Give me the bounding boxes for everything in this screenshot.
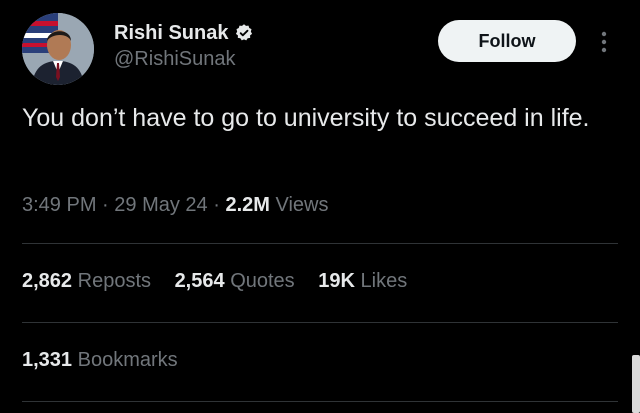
scrollbar-thumb[interactable]	[632, 355, 640, 413]
divider	[22, 401, 618, 402]
quotes-label: Quotes	[230, 270, 295, 292]
verified-badge-icon[interactable]	[234, 23, 254, 43]
engagement-stats: 2,862 Reposts 2,564 Quotes 19K Likes	[22, 270, 425, 293]
meta-separator: ·	[213, 194, 220, 216]
tweet-text: You don’t have to go to university to su…	[22, 104, 590, 132]
tweet-date[interactable]: 29 May 24	[114, 194, 207, 216]
avatar[interactable]	[22, 13, 94, 85]
views-label: Views	[275, 194, 329, 216]
follow-button[interactable]: Follow	[438, 20, 576, 62]
reposts-count: 2,862	[22, 270, 73, 292]
bookmarks-label: Bookmarks	[77, 349, 178, 371]
reposts-stat[interactable]: 2,862 Reposts	[22, 270, 157, 292]
profile-photo-icon	[22, 13, 94, 85]
quotes-stat[interactable]: 2,564 Quotes	[175, 270, 301, 292]
tweet-meta: 3:49 PM · 29 May 24 · 2.2M Views	[22, 194, 329, 217]
reposts-label: Reposts	[77, 270, 151, 292]
quotes-count: 2,564	[174, 270, 225, 292]
bookmarks-count: 1,331	[22, 349, 73, 371]
vertical-ellipsis-icon	[601, 31, 607, 53]
divider	[22, 322, 618, 323]
likes-count: 19K	[318, 270, 355, 292]
author-handle[interactable]: @RishiSunak	[114, 48, 235, 71]
meta-separator: ·	[102, 194, 109, 216]
tweet-time[interactable]: 3:49 PM	[22, 194, 96, 216]
views-count: 2.2M	[225, 194, 270, 216]
likes-label: Likes	[360, 270, 408, 292]
bookmarks-stat[interactable]: 1,331 Bookmarks	[22, 349, 178, 372]
divider	[22, 243, 618, 244]
author-name-row: Rishi Sunak	[114, 19, 254, 47]
likes-stat[interactable]: 19K Likes	[318, 270, 407, 292]
more-options-button[interactable]	[595, 28, 613, 56]
author-display-name[interactable]: Rishi Sunak	[114, 22, 228, 45]
